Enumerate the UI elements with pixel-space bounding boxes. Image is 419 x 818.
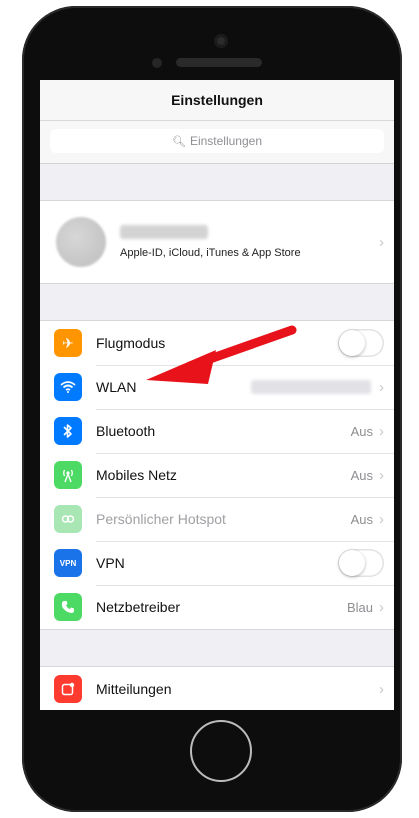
settings-row-mobiles-netz[interactable]: Mobiles Netz Aus ›	[40, 453, 394, 497]
profile-text: Apple-ID, iCloud, iTunes & App Store	[120, 225, 379, 259]
front-camera	[214, 34, 228, 48]
row-label: Mitteilungen	[96, 681, 172, 697]
settings-row-wlan[interactable]: WLAN ›	[40, 365, 394, 409]
earpiece-speaker	[176, 58, 262, 67]
row-label: Netzbetreiber	[96, 599, 181, 615]
airplane-icon: ✈︎	[54, 329, 82, 357]
vpn-toggle[interactable]	[338, 549, 384, 577]
chevron-right-icon: ›	[379, 233, 384, 251]
navigation-bar: Einstellungen	[40, 80, 394, 121]
bluetooth-icon	[54, 417, 82, 445]
settings-row-bluetooth[interactable]: Bluetooth Aus ›	[40, 409, 394, 453]
settings-row-flugmodus[interactable]: ✈︎ Flugmodus	[40, 321, 394, 365]
settings-row-mitteilungen[interactable]: Mitteilungen ›	[40, 667, 394, 710]
row-label: Bluetooth	[96, 423, 156, 439]
home-button[interactable]	[190, 720, 252, 782]
search-input[interactable]: 🔍︎ Einstellungen	[50, 129, 384, 153]
row-label: Mobiles Netz	[96, 467, 177, 483]
profile-name-blurred	[120, 225, 208, 239]
chevron-right-icon: ›	[379, 598, 384, 616]
wlan-network-name-blurred	[251, 380, 371, 394]
search-icon: 🔍︎	[171, 135, 186, 148]
notifications-group: Mitteilungen ›	[40, 666, 394, 710]
row-label: WLAN	[96, 379, 137, 395]
page-title: Einstellungen	[171, 92, 263, 108]
row-content: Mitteilungen ›	[96, 667, 394, 710]
antenna-icon	[54, 461, 82, 489]
row-value: Aus	[350, 423, 373, 439]
hotspot-icon	[54, 505, 82, 533]
connectivity-group: ✈︎ Flugmodus WLAN › Bluetooth Aus › Mobi…	[40, 320, 394, 630]
chevron-right-icon: ›	[379, 422, 384, 440]
chevron-right-icon: ›	[379, 378, 384, 396]
apple-id-profile-row[interactable]: Apple-ID, iCloud, iTunes & App Store ›	[40, 201, 394, 283]
phone-icon	[54, 593, 82, 621]
row-content: Persönlicher Hotspot Aus ›	[96, 497, 394, 541]
settings-row-netzbetreiber[interactable]: Netzbetreiber Blau ›	[40, 585, 394, 629]
flugmodus-toggle[interactable]	[338, 329, 384, 357]
settings-screen: Einstellungen 🔍︎ Einstellungen Apple-ID,…	[40, 80, 394, 710]
row-value: Blau	[346, 599, 373, 615]
notifications-icon	[54, 675, 82, 703]
row-label: Persönlicher Hotspot	[96, 511, 226, 527]
chevron-right-icon: ›	[379, 680, 384, 698]
search-placeholder: Einstellungen	[189, 134, 263, 148]
chevron-right-icon: ›	[379, 466, 384, 484]
profile-subtitle: Apple-ID, iCloud, iTunes & App Store	[120, 247, 301, 259]
row-content: WLAN ›	[96, 365, 394, 409]
row-content: VPN	[96, 541, 394, 585]
row-content: Bluetooth Aus ›	[96, 409, 394, 453]
toggle-knob	[339, 550, 365, 576]
toggle-knob	[339, 330, 365, 356]
wifi-icon	[54, 373, 82, 401]
search-bar-container: 🔍︎ Einstellungen	[40, 121, 394, 164]
proximity-sensor	[152, 58, 162, 68]
row-value: Aus	[350, 467, 373, 483]
chevron-right-icon: ›	[379, 510, 384, 528]
row-content: Netzbetreiber Blau ›	[96, 585, 394, 629]
settings-row-vpn[interactable]: VPN VPN	[40, 541, 394, 585]
row-value: Aus	[350, 511, 373, 527]
settings-row-hotspot[interactable]: Persönlicher Hotspot Aus ›	[40, 497, 394, 541]
row-content: Flugmodus	[96, 321, 394, 365]
row-content: Mobiles Netz Aus ›	[96, 453, 394, 497]
row-label: VPN	[96, 555, 125, 571]
vpn-icon: VPN	[54, 549, 82, 577]
avatar	[56, 217, 106, 267]
profile-group: Apple-ID, iCloud, iTunes & App Store ›	[40, 200, 394, 284]
row-label: Flugmodus	[96, 335, 166, 351]
